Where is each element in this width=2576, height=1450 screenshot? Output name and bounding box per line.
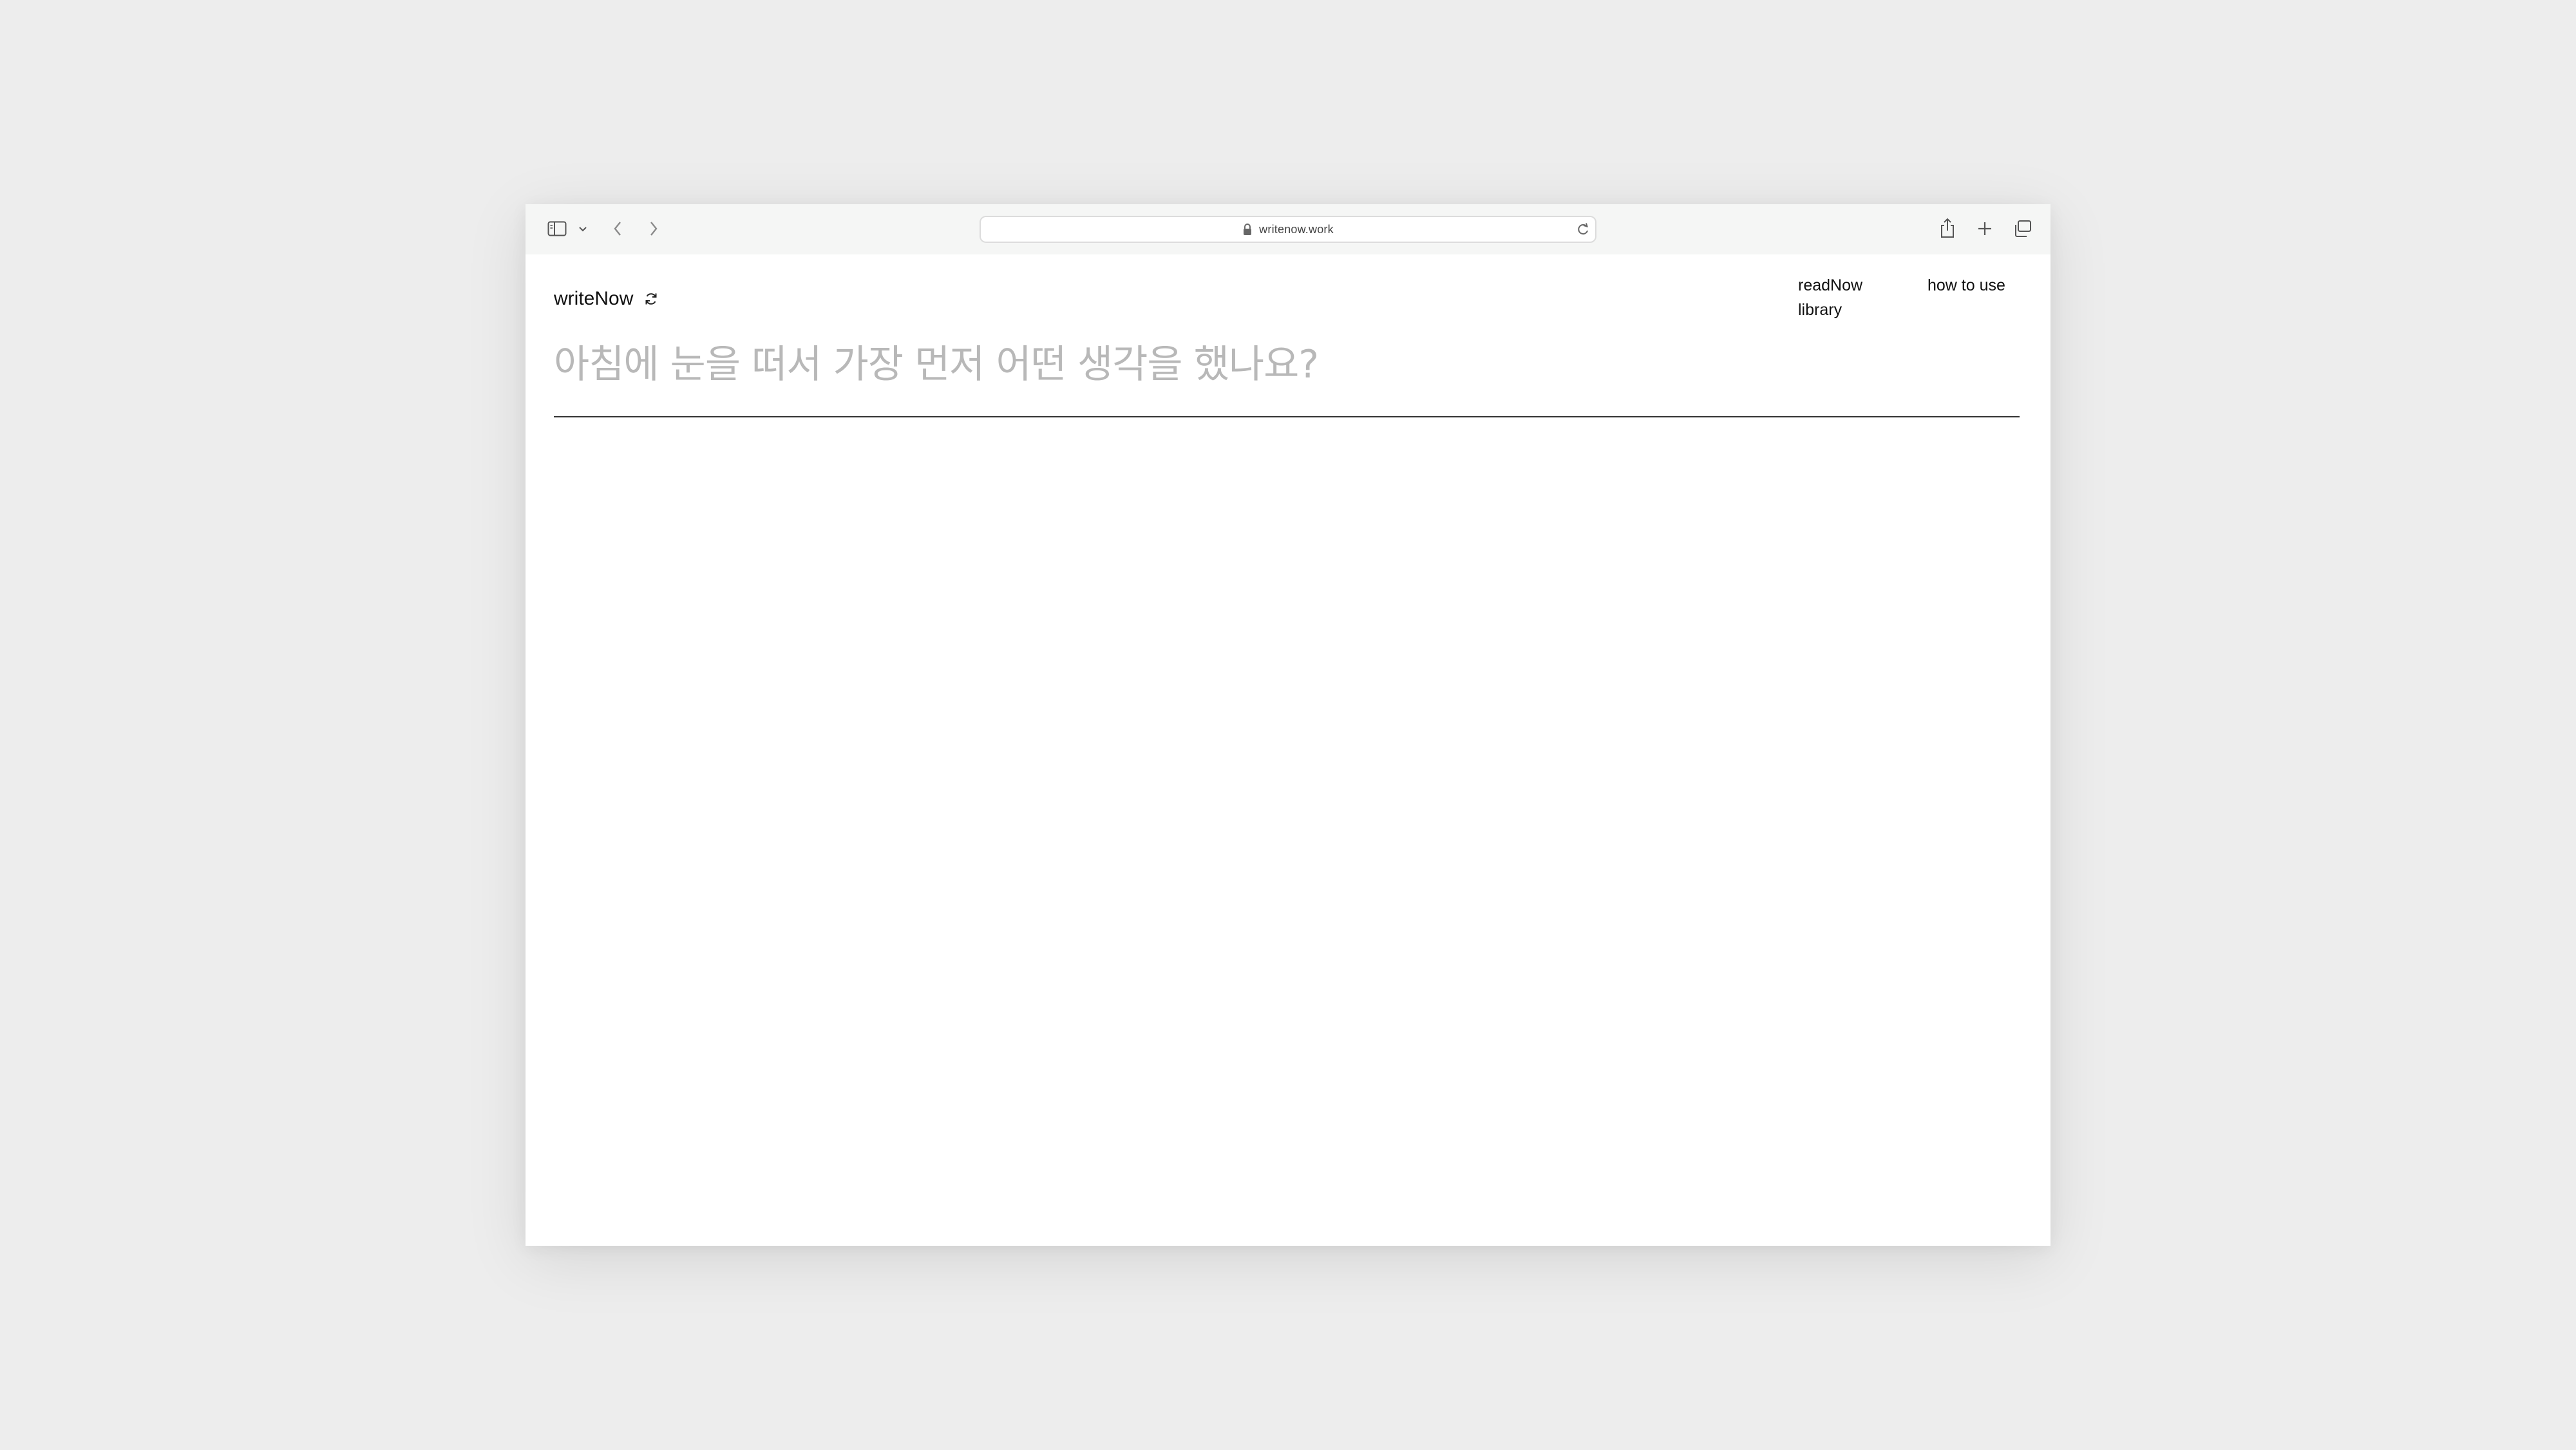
url-text: writenow.work	[1259, 222, 1334, 236]
prompt-divider	[554, 416, 2020, 417]
tabs-overview-icon[interactable]	[2013, 220, 2032, 238]
chevron-right-icon[interactable]	[648, 220, 659, 238]
nav-read-now[interactable]: readNow	[1798, 275, 1862, 296]
nav-how-to-use[interactable]: how to use	[1927, 275, 2005, 296]
desktop-background: writenow.work writeNow readNow library h…	[0, 0, 2576, 1450]
refresh-icon[interactable]	[643, 291, 659, 307]
chevron-left-icon[interactable]	[612, 220, 623, 238]
page-content: writeNow readNow library how to use 아침에 …	[526, 254, 2050, 1246]
toolbar-spacer	[1292, 217, 1293, 218]
url-container: writenow.work	[981, 217, 1595, 242]
lock-icon	[1244, 224, 1252, 235]
nav-library[interactable]: library	[1798, 300, 1842, 320]
share-icon[interactable]	[1939, 217, 1956, 239]
plus-icon[interactable]	[1976, 220, 1993, 237]
sidebar-icon[interactable]	[547, 221, 567, 236]
address-bar[interactable]: writenow.work	[980, 216, 1596, 243]
writing-area[interactable]	[554, 428, 2020, 1214]
browser-toolbar: writenow.work	[526, 204, 2050, 255]
browser-window: writenow.work writeNow readNow library h…	[526, 204, 2050, 1246]
brand[interactable]: writeNow	[554, 288, 659, 310]
reload-icon[interactable]	[1576, 222, 1590, 236]
writing-prompt: 아침에 눈을 떠서 가장 먼저 어떤 생각을 했나요?	[554, 342, 1319, 387]
brand-name[interactable]: writeNow	[554, 288, 633, 310]
chevron-down-icon[interactable]	[578, 226, 587, 233]
